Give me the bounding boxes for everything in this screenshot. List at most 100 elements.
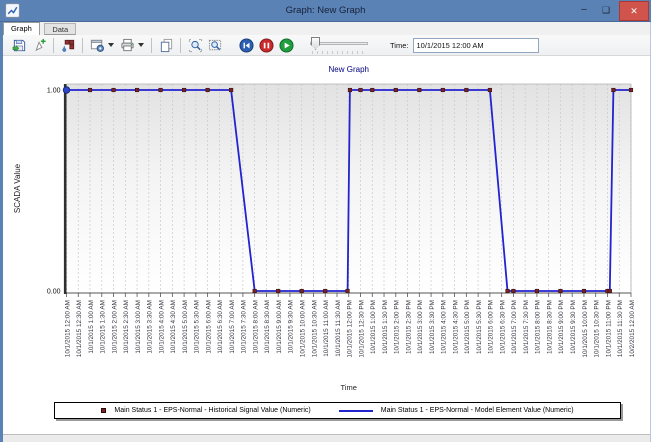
x-tick-label: 10/1/2015 1:30 PM xyxy=(382,300,389,354)
chart-legend: Main Status 1 - EPS-Normal - Historical … xyxy=(54,402,621,419)
legend-item-historical: Main Status 1 - EPS-Normal - Historical … xyxy=(101,407,310,414)
x-tick-label: 10/1/2015 5:30 AM xyxy=(194,300,201,354)
x-tick-label: 10/1/2015 6:00 AM xyxy=(205,300,212,354)
legend-item-model: Main Status 1 - EPS-Normal - Model Eleme… xyxy=(339,407,574,414)
x-tick-label: 10/1/2015 5:00 PM xyxy=(464,300,471,354)
x-tick-label: 10/1/2015 3:00 PM xyxy=(417,300,424,354)
x-tick-label: 10/1/2015 12:00 AM xyxy=(64,300,71,357)
historical-marker xyxy=(229,88,233,92)
historical-marker xyxy=(535,289,539,293)
x-tick-label: 10/1/2015 10:30 PM xyxy=(594,300,601,358)
add-series-icon[interactable] xyxy=(59,36,77,54)
historical-marker xyxy=(159,88,163,92)
title-bar[interactable]: Graph: New Graph – ❑ ✕ xyxy=(0,0,651,22)
close-button[interactable]: ✕ xyxy=(619,1,649,21)
historical-marker xyxy=(276,289,280,293)
x-tick-label: 10/1/2015 4:00 PM xyxy=(441,300,448,354)
skip-start-button[interactable] xyxy=(237,36,255,54)
x-tick-label: 10/1/2015 4:30 PM xyxy=(452,300,459,354)
x-axis-label: Time xyxy=(341,383,357,392)
print-icon[interactable] xyxy=(118,36,136,54)
x-tick-label: 10/1/2015 1:00 AM xyxy=(88,300,95,354)
toolbar-separator xyxy=(82,38,83,53)
historical-marker xyxy=(629,88,633,92)
x-tick-label: 10/1/2015 2:00 AM xyxy=(111,300,118,354)
x-tick-label: 10/1/2015 8:00 AM xyxy=(252,300,259,354)
time-slider[interactable] xyxy=(310,36,368,54)
x-tick-label: 10/1/2015 10:00 AM xyxy=(300,300,307,357)
chart-options-icon[interactable] xyxy=(88,36,106,54)
zoom-window-icon[interactable] xyxy=(206,36,224,54)
historical-marker xyxy=(370,88,374,92)
historical-marker xyxy=(182,88,186,92)
x-tick-label: 10/1/2015 2:30 AM xyxy=(123,300,130,354)
x-tick-label: 10/1/2015 7:00 PM xyxy=(511,300,518,354)
pause-button[interactable] xyxy=(257,36,275,54)
tab-data[interactable]: Data xyxy=(44,23,76,35)
toolbar-separator xyxy=(180,38,181,53)
minimize-button[interactable]: – xyxy=(575,0,593,21)
x-tick-label: 10/1/2015 1:00 PM xyxy=(370,300,377,354)
maximize-button[interactable]: ❑ xyxy=(597,0,615,21)
new-graph-icon[interactable] xyxy=(30,36,48,54)
x-tick-label: 10/1/2015 5:00 AM xyxy=(182,300,189,354)
historical-marker xyxy=(323,289,327,293)
historical-marker xyxy=(559,289,563,293)
x-tick-label: 10/1/2015 6:30 AM xyxy=(217,300,224,354)
x-tick-label: 10/1/2015 3:30 PM xyxy=(429,300,436,354)
zoom-extents-icon[interactable] xyxy=(186,36,204,54)
x-tick-label: 10/1/2015 8:00 PM xyxy=(535,300,542,354)
historical-marker xyxy=(441,88,445,92)
x-tick-label: 10/1/2015 7:30 AM xyxy=(241,300,248,354)
x-tick-label: 10/1/2015 9:00 AM xyxy=(276,300,283,354)
x-tick-label: 10/1/2015 9:30 AM xyxy=(288,300,295,354)
chevron-down-icon[interactable] xyxy=(108,43,114,47)
historical-marker xyxy=(612,88,616,92)
x-tick-label: 10/2/2015 12:00 AM xyxy=(629,300,636,357)
x-tick-label: 10/1/2015 3:30 AM xyxy=(147,300,154,354)
graph-window: Graph: New Graph – ❑ ✕ Graph Data xyxy=(0,0,651,442)
x-tick-label: 10/1/2015 12:30 AM xyxy=(76,300,83,357)
historical-marker xyxy=(359,88,363,92)
x-tick-label: 10/1/2015 4:00 AM xyxy=(158,300,165,354)
historical-marker xyxy=(135,88,139,92)
x-tick-label: 10/1/2015 9:00 PM xyxy=(558,300,565,354)
time-input[interactable] xyxy=(413,38,539,53)
current-time-marker xyxy=(63,87,70,94)
historical-marker xyxy=(206,88,210,92)
x-tick-label: 10/1/2015 12:00 PM xyxy=(347,300,354,358)
chart-title: New Graph xyxy=(329,65,369,74)
x-tick-label: 10/1/2015 11:30 PM xyxy=(617,300,624,357)
chevron-down-icon[interactable] xyxy=(138,43,144,47)
chart-canvas[interactable]: New Graph 10/1/2015 12:00 AM 10/1/2015 12:… xyxy=(0,58,651,398)
window-title: Graph: New Graph xyxy=(0,0,651,22)
x-tick-label: 10/1/2015 11:00 AM xyxy=(323,300,330,357)
x-tick-label: 10/1/2015 6:00 PM xyxy=(488,300,495,354)
historical-marker xyxy=(348,88,352,92)
historical-marker xyxy=(394,88,398,92)
y-axis-label: SCADA Value xyxy=(13,163,22,213)
toolbar: Time: xyxy=(3,35,650,56)
x-tick-label: 10/1/2015 11:30 AM xyxy=(335,300,342,357)
historical-marker xyxy=(300,289,304,293)
historical-marker xyxy=(346,289,350,293)
toolbar-separator xyxy=(53,38,54,53)
tab-graph[interactable]: Graph xyxy=(3,22,40,35)
historical-marker-icon xyxy=(101,408,106,413)
x-tick-label: 10/1/2015 10:30 AM xyxy=(311,300,318,357)
play-button[interactable] xyxy=(277,36,295,54)
historical-marker xyxy=(582,289,586,293)
time-slider-thumb[interactable] xyxy=(311,37,320,50)
y-tick-label: 0.00 xyxy=(47,289,61,296)
window-frame-bottom xyxy=(0,434,651,442)
copy-icon[interactable] xyxy=(157,36,175,54)
x-tick-label: 10/1/2015 1:30 AM xyxy=(100,300,107,354)
historical-marker xyxy=(253,289,257,293)
x-tick-label: 10/1/2015 11:00 PM xyxy=(605,300,612,357)
tab-bar: Graph Data xyxy=(3,22,650,35)
x-tick-label: 10/1/2015 12:30 PM xyxy=(358,300,365,358)
x-tick-label: 10/1/2015 3:00 AM xyxy=(135,300,142,354)
save-icon[interactable] xyxy=(10,36,28,54)
historical-marker xyxy=(112,88,116,92)
x-tick-label: 10/1/2015 7:30 PM xyxy=(523,300,530,354)
